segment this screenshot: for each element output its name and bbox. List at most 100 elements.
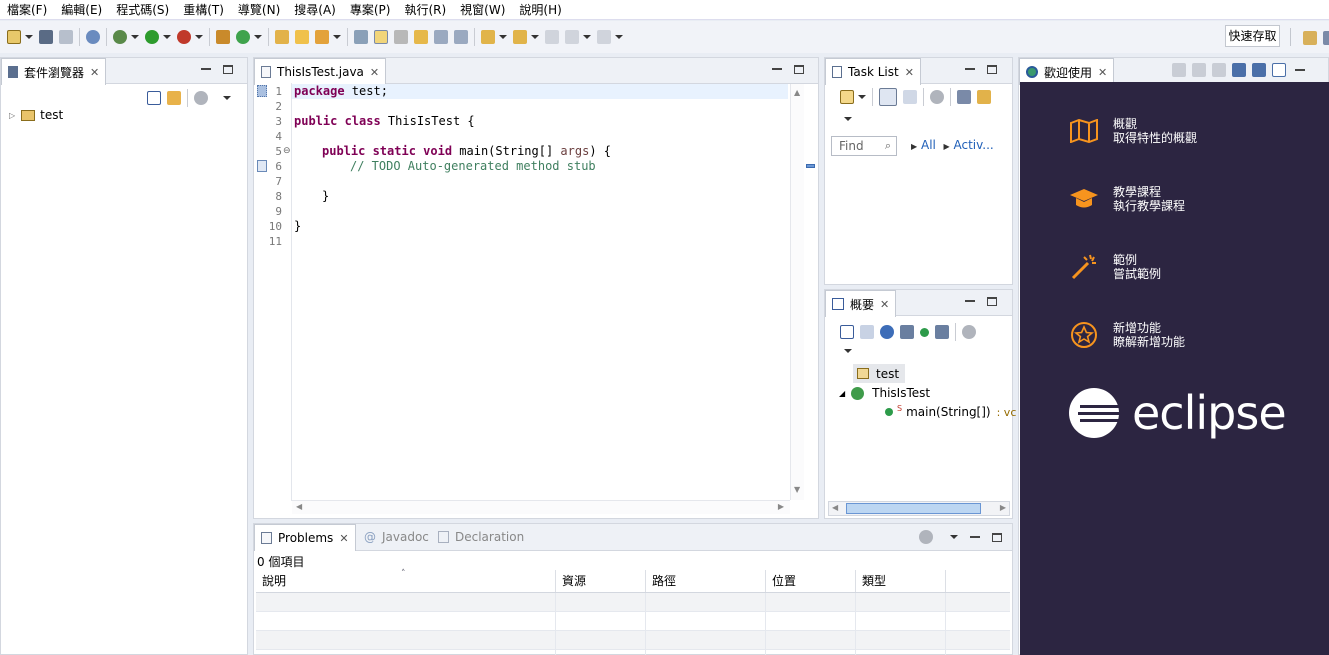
close-icon[interactable]: ✕ <box>90 66 99 79</box>
collapse-all-icon[interactable] <box>147 91 161 105</box>
maximize-icon[interactable] <box>794 64 804 74</box>
tab-package-explorer[interactable]: 套件瀏覽器 ✕ <box>1 58 107 85</box>
code-line[interactable]: package test; <box>294 84 388 99</box>
welcome-item-tutorials[interactable]: 教學課程 執行教學課程 <box>1068 183 1185 215</box>
debug-icon[interactable] <box>113 30 127 44</box>
hide-static-icon[interactable] <box>900 325 914 339</box>
maximize-icon[interactable] <box>987 296 997 306</box>
outline-horizontal-scrollbar[interactable]: ◀ ▶ <box>828 501 1010 516</box>
minimize-icon[interactable] <box>970 536 980 538</box>
tab-declaration[interactable]: Declaration <box>432 524 530 550</box>
coverage-icon[interactable] <box>177 30 191 44</box>
all-link[interactable]: All <box>921 138 936 152</box>
hide-fields-icon[interactable] <box>880 325 894 339</box>
column-header-location[interactable]: 位置 <box>766 570 856 592</box>
back-arrow-icon[interactable] <box>565 30 579 44</box>
zoom-in-icon[interactable] <box>1232 63 1246 77</box>
expanded-arrow-icon[interactable]: ◢ <box>839 389 845 398</box>
minimize-icon[interactable] <box>965 68 975 70</box>
view-menu-icon[interactable] <box>223 96 231 100</box>
column-header-type[interactable]: 類型 <box>856 570 946 592</box>
menu-edit[interactable]: 編輯(E) <box>54 1 109 18</box>
link-editor-icon[interactable] <box>167 91 181 105</box>
scroll-left-icon[interactable]: ◀ <box>296 502 302 511</box>
close-icon[interactable]: ✕ <box>339 532 348 545</box>
view-menu-icon[interactable] <box>844 117 852 121</box>
forward-arrow-icon[interactable] <box>597 30 611 44</box>
focus-task-icon[interactable] <box>194 91 208 105</box>
annotation-icon[interactable] <box>354 30 368 44</box>
categorized-icon[interactable] <box>879 88 897 106</box>
tab-javadoc[interactable]: @ Javadoc <box>358 524 435 550</box>
prev-annotation-dropdown-icon[interactable] <box>531 35 539 39</box>
scroll-thumb[interactable] <box>846 503 981 514</box>
fold-collapse-icon[interactable]: ⊖ <box>283 146 291 156</box>
new-class-icon[interactable] <box>236 30 250 44</box>
tab-problems[interactable]: Problems ✕ <box>254 524 356 551</box>
word-wrap-icon[interactable] <box>434 30 448 44</box>
expand-arrow-icon[interactable]: ▷ <box>9 111 15 120</box>
hide-completed-icon[interactable] <box>957 90 971 104</box>
table-row[interactable] <box>256 593 1010 612</box>
focus-icon[interactable] <box>930 90 944 104</box>
show-whitespace-icon[interactable] <box>454 30 468 44</box>
collapse-all-icon[interactable] <box>840 325 854 339</box>
java-perspective-icon[interactable] <box>1323 31 1329 45</box>
last-edit-icon[interactable] <box>545 30 559 44</box>
forward-arrow-icon[interactable] <box>1212 63 1226 77</box>
new-package-icon[interactable] <box>216 30 230 44</box>
open-perspective-icon[interactable] <box>1303 31 1317 45</box>
menu-search[interactable]: 搜尋(A) <box>287 1 343 18</box>
focus-task-icon[interactable] <box>962 325 976 339</box>
menu-source[interactable]: 程式碼(S) <box>109 1 176 18</box>
hide-nonpublic-icon[interactable] <box>920 327 929 337</box>
highlight-icon[interactable] <box>374 30 388 44</box>
scroll-down-icon[interactable]: ▼ <box>794 485 800 494</box>
prev-annotation-icon[interactable] <box>513 30 527 44</box>
new-dropdown-icon[interactable] <box>25 35 33 39</box>
table-row[interactable] <box>256 631 1010 650</box>
horizontal-scrollbar[interactable]: ◀ ▶ <box>292 500 790 514</box>
maximize-icon[interactable] <box>992 532 1002 542</box>
overview-ruler-marker[interactable] <box>806 164 815 168</box>
next-annotation-dropdown-icon[interactable] <box>499 35 507 39</box>
task-marker-icon[interactable] <box>257 160 267 172</box>
code-line[interactable]: } <box>322 189 329 204</box>
home-icon[interactable] <box>1172 63 1186 77</box>
menu-run[interactable]: 執行(R) <box>397 1 453 18</box>
close-icon[interactable]: ✕ <box>905 66 914 79</box>
menu-project[interactable]: 專案(P) <box>343 1 398 18</box>
scroll-right-icon[interactable]: ▶ <box>1000 503 1006 512</box>
open-type-icon[interactable] <box>275 30 289 44</box>
minimize-icon[interactable] <box>1295 69 1305 71</box>
next-annotation-icon[interactable] <box>481 30 495 44</box>
welcome-item-overview[interactable]: 概觀 取得特性的概觀 <box>1068 115 1197 147</box>
search-dropdown-icon[interactable] <box>333 35 341 39</box>
menu-refactor[interactable]: 重構(T) <box>176 1 231 18</box>
outline-item-class[interactable]: ◢ ThisIsTest <box>839 386 930 400</box>
menu-file[interactable]: 檔案(F) <box>0 1 54 18</box>
scheduled-icon[interactable] <box>903 90 917 104</box>
code-line[interactable]: } <box>294 219 301 234</box>
close-icon[interactable]: ✕ <box>370 66 379 79</box>
find-input[interactable]: Find ⌕ <box>831 136 897 156</box>
close-icon[interactable]: ✕ <box>1098 66 1107 79</box>
tab-editor-file[interactable]: ThisIsTest.java ✕ <box>254 58 387 85</box>
tree-item[interactable]: ▷ test <box>9 108 63 122</box>
column-header-description[interactable]: 說明 ˄ <box>256 569 556 592</box>
save-all-icon[interactable] <box>59 30 73 44</box>
toggle-breakpoint-icon[interactable] <box>86 30 100 44</box>
outline-item-method[interactable]: S main(String[]) : vc <box>885 404 1016 419</box>
block-selection-icon[interactable] <box>414 30 428 44</box>
welcome-item-samples[interactable]: 範例 嘗試範例 <box>1068 251 1161 283</box>
run-icon[interactable] <box>145 30 159 44</box>
minimize-icon[interactable] <box>201 68 211 70</box>
scroll-up-icon[interactable]: ▲ <box>794 88 800 97</box>
open-folder-icon[interactable] <box>295 30 309 44</box>
quick-access-field[interactable]: 快速存取 <box>1225 25 1280 47</box>
column-header-path[interactable]: 路徑 <box>646 570 766 592</box>
tab-welcome[interactable]: 歡迎使用 ✕ <box>1019 58 1115 85</box>
focus-task-icon[interactable] <box>919 530 933 544</box>
back-arrow-icon[interactable] <box>1192 63 1206 77</box>
menu-window[interactable]: 視窗(W) <box>453 1 512 18</box>
